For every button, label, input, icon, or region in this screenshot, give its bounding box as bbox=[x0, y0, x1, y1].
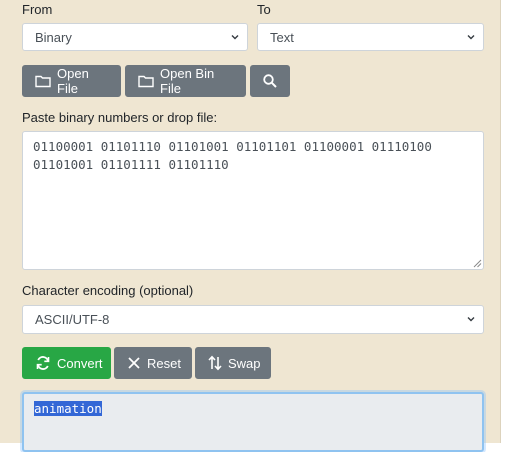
open-file-button[interactable]: Open File bbox=[22, 65, 121, 97]
chevron-down-icon bbox=[467, 317, 475, 322]
to-select-value: Text bbox=[270, 29, 294, 45]
search-button[interactable] bbox=[250, 65, 290, 97]
converter-panel: From To Binary Text Open File Open Bin F… bbox=[0, 0, 501, 452]
close-icon bbox=[128, 357, 140, 369]
folder-icon bbox=[35, 75, 51, 88]
encoding-select[interactable]: ASCII/UTF-8 bbox=[22, 305, 484, 334]
input-label: Paste binary numbers or drop file: bbox=[22, 110, 218, 125]
refresh-icon bbox=[36, 356, 50, 370]
open-file-label: Open File bbox=[57, 66, 89, 96]
search-icon bbox=[263, 74, 277, 88]
reset-label: Reset bbox=[147, 355, 181, 371]
binary-input[interactable]: 01100001 01101110 01101001 01101101 0110… bbox=[22, 131, 484, 270]
from-label: From bbox=[22, 2, 53, 17]
from-select[interactable]: Binary bbox=[22, 23, 248, 51]
open-bin-file-button[interactable]: Open Bin File bbox=[125, 65, 246, 97]
encoding-label: Character encoding (optional) bbox=[22, 283, 194, 298]
convert-button[interactable]: Convert bbox=[22, 347, 111, 379]
output-selected-text: animation bbox=[34, 401, 102, 416]
swap-label: Swap bbox=[228, 355, 261, 371]
encoding-select-value: ASCII/UTF-8 bbox=[35, 312, 110, 327]
swap-icon bbox=[208, 355, 222, 371]
to-select[interactable]: Text bbox=[257, 23, 484, 51]
chevron-down-icon bbox=[231, 35, 239, 40]
swap-button[interactable]: Swap bbox=[195, 347, 271, 379]
convert-label: Convert bbox=[57, 355, 103, 371]
chevron-down-icon bbox=[467, 35, 475, 40]
folder-icon bbox=[138, 75, 154, 88]
from-select-value: Binary bbox=[35, 29, 72, 45]
text-output[interactable]: animation bbox=[22, 392, 484, 452]
to-label: To bbox=[257, 2, 271, 17]
reset-button[interactable]: Reset bbox=[114, 347, 192, 379]
open-bin-file-label: Open Bin File bbox=[160, 66, 215, 96]
resize-handle-icon[interactable] bbox=[472, 258, 482, 268]
